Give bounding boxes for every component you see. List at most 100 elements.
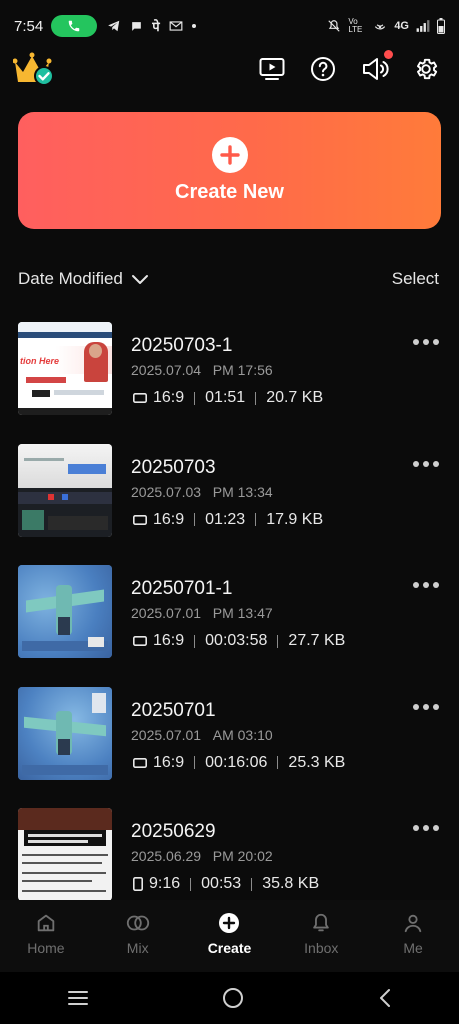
project-duration: 00:16:06 <box>205 753 268 771</box>
project-size: 25.3 KB <box>288 753 346 771</box>
mix-icon <box>126 915 149 931</box>
nav-home[interactable]: Home <box>0 900 92 972</box>
divider <box>190 877 192 891</box>
help-icon[interactable] <box>308 54 338 84</box>
divider <box>194 513 196 526</box>
project-duration: 01:23 <box>205 510 246 528</box>
person-icon <box>404 914 422 933</box>
top-toolbar <box>0 50 459 88</box>
project-date: 2025.07.01 AM 03:10 <box>131 726 273 743</box>
project-thumbnail <box>18 808 112 901</box>
nav-mix[interactable]: Mix <box>92 900 184 972</box>
sort-dropdown[interactable]: Date Modified <box>18 269 123 289</box>
back-chevron-icon[interactable] <box>378 988 392 1008</box>
divider <box>194 756 196 769</box>
nav-me[interactable]: Me <box>367 900 459 972</box>
portrait-ratio-icon <box>133 877 143 891</box>
project-item[interactable]: 20250701-1 2025.07.01 PM 13:47 16:9 00:0… <box>0 565 459 687</box>
battery-icon <box>437 18 445 34</box>
project-name: 20250703-1 <box>131 335 233 356</box>
nav-inbox-label: Inbox <box>304 940 339 956</box>
bottom-navigation: Home Mix Create Inbox Me <box>0 900 459 972</box>
project-meta: 9:16 00:53 35.8 KB <box>133 875 319 893</box>
status-bar: 7:54 पे Vo LTE 4G <box>0 0 459 52</box>
tv-play-icon[interactable] <box>257 54 287 84</box>
create-plus-icon <box>219 913 240 933</box>
project-date: 2025.06.29 PM 20:02 <box>131 848 273 864</box>
create-new-button[interactable]: Create New <box>18 112 441 229</box>
project-name: 20250629 <box>131 821 216 842</box>
project-name: 20250701-1 <box>131 578 233 599</box>
sort-row: Date Modified Select <box>18 264 439 294</box>
nav-mix-label: Mix <box>126 940 149 956</box>
project-size: 17.9 KB <box>266 510 324 528</box>
divider <box>194 391 196 405</box>
volte-label: Vo LTE <box>348 17 363 34</box>
home-circle-icon[interactable] <box>222 987 244 1009</box>
thumbnail-caption: tion Here <box>20 356 60 366</box>
more-options-icon[interactable] <box>413 579 439 591</box>
ongoing-call-pill[interactable] <box>51 15 98 37</box>
project-list: tion Here 20250703-1 2025.07.04 PM 17:56… <box>0 322 459 930</box>
network-type: 4G <box>394 20 409 32</box>
project-date: 2025.07.04 PM 17:56 <box>131 362 273 378</box>
project-item[interactable]: 20250701 2025.07.01 AM 03:10 16:9 00:16:… <box>0 686 459 809</box>
announcement-icon[interactable] <box>360 50 393 84</box>
settings-gear-icon[interactable] <box>411 54 441 84</box>
hotspot-icon <box>375 24 386 30</box>
phone-icon <box>68 20 80 32</box>
project-date: 2025.07.01 PM 13:47 <box>131 605 273 621</box>
plus-icon <box>211 137 248 173</box>
project-name: 20250701 <box>131 699 216 721</box>
project-thumbnail <box>18 686 112 780</box>
project-ratio: 16:9 <box>153 389 185 406</box>
nav-create-label: Create <box>207 940 252 956</box>
chat-bubble-icon <box>132 21 142 31</box>
more-options-icon[interactable] <box>413 458 439 470</box>
landscape-ratio-icon <box>133 393 147 403</box>
project-ratio: 9:16 <box>149 875 181 892</box>
more-notifications-dot <box>191 24 196 28</box>
more-options-icon[interactable] <box>413 822 439 834</box>
notification-icons: पे <box>107 17 196 35</box>
divider <box>255 391 257 405</box>
mute-bell-icon <box>328 20 340 32</box>
more-options-icon[interactable] <box>413 701 439 713</box>
project-thumbnail <box>18 443 112 537</box>
project-ratio: 16:9 <box>153 753 185 771</box>
project-item[interactable]: 20250703 2025.07.03 PM 13:34 16:9 01:23 … <box>0 443 459 566</box>
more-options-icon[interactable] <box>413 336 439 348</box>
chevron-down-icon[interactable] <box>131 273 149 285</box>
select-button[interactable]: Select <box>392 269 439 289</box>
payment-app-icon: पे <box>152 19 160 34</box>
project-name: 20250703 <box>131 456 216 478</box>
project-duration: 00:53 <box>201 875 242 892</box>
nav-me-label: Me <box>403 940 423 956</box>
nav-create[interactable]: Create <box>184 900 276 972</box>
divider <box>255 513 257 526</box>
project-thumbnail <box>18 565 112 658</box>
divider <box>251 877 253 891</box>
recent-apps-icon[interactable] <box>67 989 89 1007</box>
premium-crown-icon[interactable] <box>12 52 55 86</box>
notification-dot <box>384 50 393 59</box>
project-meta: 16:9 00:03:58 27.7 KB <box>133 632 345 650</box>
project-date: 2025.07.03 PM 13:34 <box>131 483 273 500</box>
project-meta: 16:9 00:16:06 25.3 KB <box>133 754 345 772</box>
gmail-icon <box>169 21 183 31</box>
project-item[interactable]: tion Here 20250703-1 2025.07.04 PM 17:56… <box>0 322 459 444</box>
signal-icon <box>416 20 430 32</box>
nav-inbox[interactable]: Inbox <box>275 900 367 972</box>
project-duration: 00:03:58 <box>205 632 268 649</box>
nav-home-label: Home <box>27 940 65 956</box>
divider <box>277 634 279 648</box>
project-thumbnail: tion Here <box>18 322 112 415</box>
project-size: 35.8 KB <box>262 875 320 892</box>
project-size: 27.7 KB <box>288 632 346 649</box>
landscape-ratio-icon <box>133 514 147 525</box>
project-ratio: 16:9 <box>153 510 185 528</box>
status-time: 7:54 <box>14 17 44 35</box>
bell-icon <box>313 913 330 932</box>
divider <box>277 756 279 769</box>
create-new-label: Create New <box>175 181 284 203</box>
